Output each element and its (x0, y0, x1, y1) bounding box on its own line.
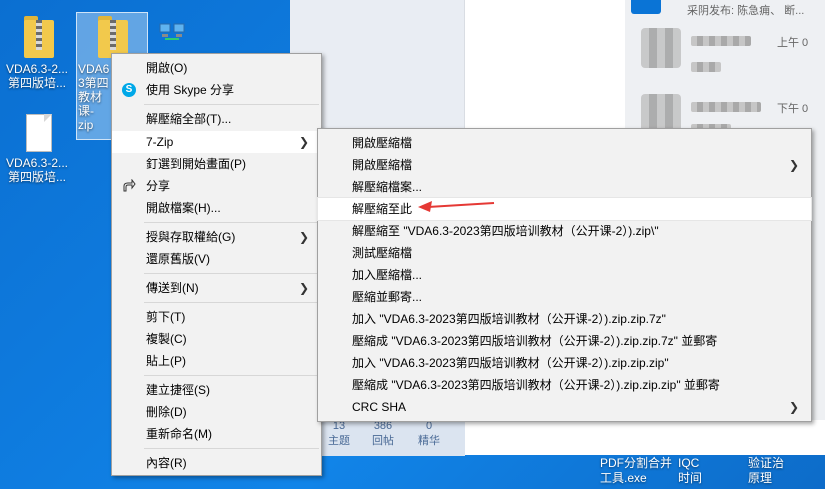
zip-item-open-archive-sub[interactable]: 開啟壓縮檔 ❯ (318, 154, 811, 176)
chevron-right-icon: ❯ (788, 400, 799, 414)
menu-item-7zip[interactable]: 7-Zip ❯ (112, 131, 321, 153)
chat-top-button (631, 0, 661, 14)
zip-item-extract-to-folder[interactable]: 解壓縮至 "VDA6.3-2023第四版培训教材（公开课-2）).zip\" (318, 220, 811, 242)
zip-item-compress-email[interactable]: 壓縮並郵寄... (318, 286, 811, 308)
chevron-right-icon: ❯ (298, 281, 309, 295)
network-icon (159, 23, 185, 40)
pdf-tool-shortcut[interactable]: PDF分割合并 工具.exe (600, 456, 672, 486)
zip-item-test-archive[interactable]: 測試壓縮檔 (318, 242, 811, 264)
document-file-icon (22, 112, 52, 152)
menu-item-grant-access[interactable]: 授與存取權給(G) ❯ (112, 226, 321, 248)
menu-item-open-file[interactable]: 開啟檔案(H)... (112, 197, 321, 219)
menu-item-cut[interactable]: 剪下(T) (112, 306, 321, 328)
chat-blurred-preview (691, 62, 721, 72)
zip-item-crc-sha[interactable]: CRC SHA ❯ (318, 396, 811, 418)
stat-topics: 13 主题 (328, 420, 350, 447)
chat-blurred-name (691, 36, 751, 46)
menu-item-skype-share[interactable]: S 使用 Skype 分享 (112, 79, 321, 101)
zip-item-add-zip[interactable]: 加入 "VDA6.3-2023第四版培训教材（公开课-2）).zip.zip.z… (318, 352, 811, 374)
zip-item-add-7z[interactable]: 加入 "VDA6.3-2023第四版培训教材（公开课-2）).zip.zip.7… (318, 308, 811, 330)
menu-item-properties[interactable]: 內容(R) (112, 452, 321, 474)
chevron-right-icon: ❯ (298, 230, 309, 244)
iqc-shortcut[interactable]: IQC 时间 (678, 456, 702, 486)
zip-file-icon (20, 14, 54, 58)
zip-file-icon (94, 14, 128, 58)
chat-blurred-name (691, 102, 761, 112)
menu-item-share[interactable]: 分享 (112, 175, 321, 197)
menu-item-copy[interactable]: 複製(C) (112, 328, 321, 350)
avatar (641, 28, 681, 68)
chat-time: 下午 0 (777, 103, 809, 115)
menu-item-open[interactable]: 開啟(O) (112, 57, 321, 79)
forum-stats-bar: 13 主题 386 回帖 0 精华 (320, 416, 465, 456)
chevron-right-icon: ❯ (788, 158, 799, 172)
zip-item-add-to-archive[interactable]: 加入壓縮檔... (318, 264, 811, 286)
chat-row[interactable]: 上午 0 (625, 22, 825, 80)
background-bottom-area (465, 420, 825, 455)
menu-item-pin-start[interactable]: 釘選到開始畫面(P) (112, 153, 321, 175)
zip-item-compress-7z-email[interactable]: 壓縮成 "VDA6.3-2023第四版培训教材（公开课-2）).zip.zip.… (318, 330, 811, 352)
zip-item-open-archive[interactable]: 開啟壓縮檔 (318, 132, 811, 154)
menu-item-rename[interactable]: 重新命名(M) (112, 423, 321, 445)
desktop-icon-label: VDA6.3-2... 第四版培... (5, 62, 69, 90)
annotation-arrow-icon (418, 201, 495, 212)
menu-item-delete[interactable]: 刪除(D) (112, 401, 321, 423)
menu-item-send-to[interactable]: 傳送到(N) ❯ (112, 277, 321, 299)
menu-item-restore-versions[interactable]: 還原舊版(V) (112, 248, 321, 270)
skype-icon: S (122, 83, 136, 97)
menu-item-paste[interactable]: 貼上(P) (112, 350, 321, 372)
stat-replies: 386 回帖 (372, 420, 394, 447)
menu-item-create-shortcut[interactable]: 建立捷徑(S) (112, 379, 321, 401)
chat-header-text: 采阴发布: 陈急痈、 断... (687, 5, 805, 17)
desktop-icon-network[interactable] (150, 20, 194, 48)
zip-item-compress-zip-email[interactable]: 壓縮成 "VDA6.3-2023第四版培训教材（公开课-2）).zip.zip.… (318, 374, 811, 396)
menu-item-extract-all[interactable]: 解壓縮全部(T)... (112, 108, 321, 130)
share-icon (123, 179, 136, 192)
desktop-icon-file[interactable]: VDA6.3-2... 第四版培... (2, 112, 72, 184)
desktop-icon-zip-1[interactable]: VDA6.3-2... 第四版培... (2, 14, 72, 90)
zip-item-extract-files[interactable]: 解壓縮檔案... (318, 176, 811, 198)
context-menu: 開啟(O) S 使用 Skype 分享 解壓縮全部(T)... 7-Zip ❯ … (111, 53, 322, 476)
zip-submenu: 開啟壓縮檔 開啟壓縮檔 ❯ 解壓縮檔案... 解壓縮至此 解壓縮至 "VDA6.… (317, 128, 812, 422)
chevron-right-icon: ❯ (298, 135, 309, 149)
zip-item-extract-here[interactable]: 解壓縮至此 (317, 197, 812, 221)
chat-time: 上午 0 (777, 37, 809, 49)
right-shortcut[interactable]: 验证治 原理 (748, 456, 784, 486)
desktop-icon-label: VDA6.3-2... 第四版培... (5, 156, 69, 184)
stat-featured: 0 精华 (418, 420, 440, 447)
